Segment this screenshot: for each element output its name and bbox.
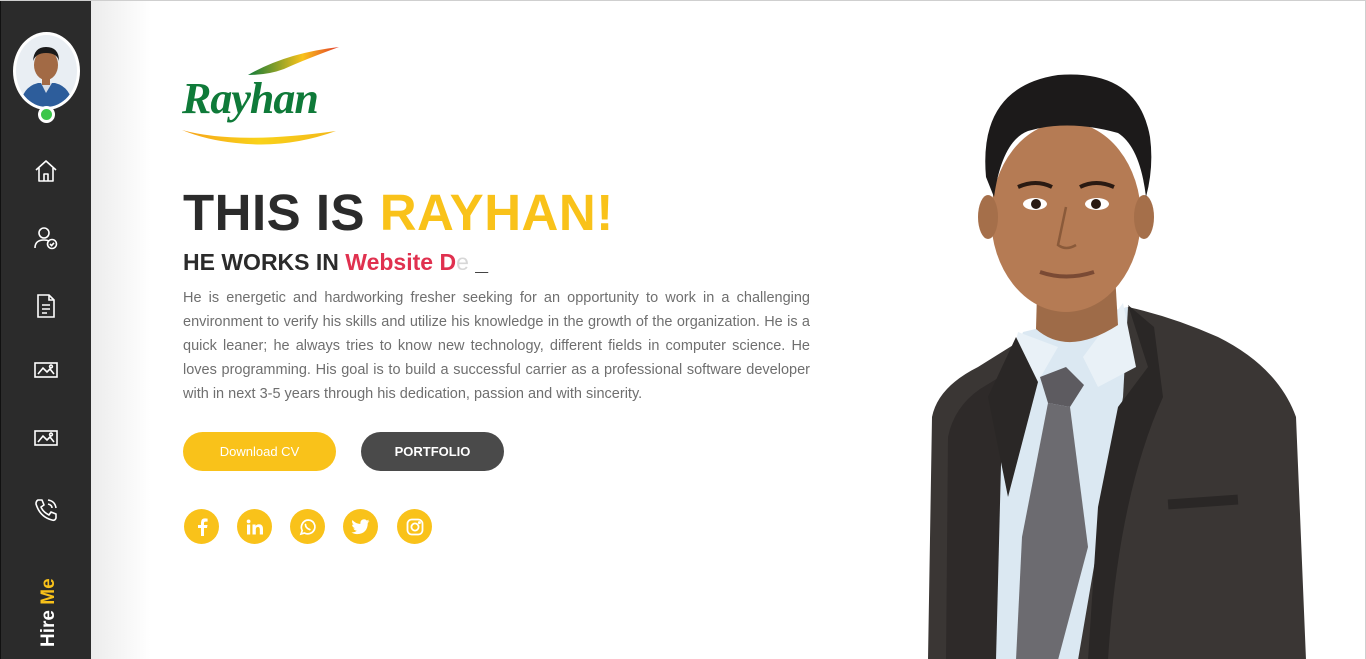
works-ghost: e — [456, 249, 469, 275]
sidebar-item-about[interactable] — [32, 224, 60, 252]
works-line: HE WORKS IN Website De _ — [183, 249, 488, 276]
hire-me-link[interactable]: Hire Me — [28, 569, 68, 649]
image-gallery-icon — [34, 362, 58, 378]
works-prefix: HE WORKS IN — [183, 249, 339, 275]
linkedin-icon — [246, 519, 263, 534]
logo[interactable]: Rayhan — [176, 45, 346, 149]
works-typed: Website D — [345, 249, 457, 275]
hero-description: He is energetic and hardworking fresher … — [183, 290, 810, 402]
document-icon — [37, 294, 55, 318]
avatar[interactable] — [13, 32, 80, 110]
instagram-icon — [406, 518, 423, 535]
portfolio-button[interactable]: PORTFOLIO — [361, 432, 504, 471]
title-prefix: THIS IS — [183, 184, 366, 241]
whatsapp-icon — [299, 518, 316, 535]
twitter-icon — [351, 518, 370, 534]
sidebar-item-resume[interactable] — [32, 292, 60, 320]
sidebar-item-portfolio[interactable] — [32, 356, 60, 384]
phone-icon — [35, 499, 57, 522]
hero-title: THIS IS RAYHAN! — [183, 183, 614, 242]
profile-photo — [918, 67, 1313, 659]
hire-label: Hire — [38, 610, 59, 647]
image-gallery-icon — [34, 430, 58, 446]
user-check-icon — [34, 227, 58, 250]
sidebar: Hire Me — [0, 1, 91, 659]
typing-cursor: _ — [475, 249, 489, 275]
twitter-link[interactable] — [343, 509, 378, 544]
facebook-icon — [197, 517, 208, 536]
whatsapp-link[interactable] — [290, 509, 325, 544]
sidebar-shadow — [91, 1, 151, 659]
page: Hire Me Rayhan THIS IS RAYHAN! HE WORKS … — [0, 0, 1366, 659]
download-cv-button[interactable]: Download CV — [183, 432, 336, 471]
sidebar-item-contact[interactable] — [32, 496, 60, 524]
facebook-link[interactable] — [184, 509, 219, 544]
sidebar-item-gallery[interactable] — [32, 424, 60, 452]
linkedin-link[interactable] — [237, 509, 272, 544]
online-status-dot — [38, 106, 55, 123]
instagram-link[interactable] — [397, 509, 432, 544]
home-icon — [35, 160, 57, 182]
title-name: RAYHAN! — [379, 184, 614, 241]
sidebar-item-home[interactable] — [32, 157, 60, 185]
me-label: Me — [38, 578, 59, 605]
logo-text: Rayhan — [182, 74, 319, 123]
